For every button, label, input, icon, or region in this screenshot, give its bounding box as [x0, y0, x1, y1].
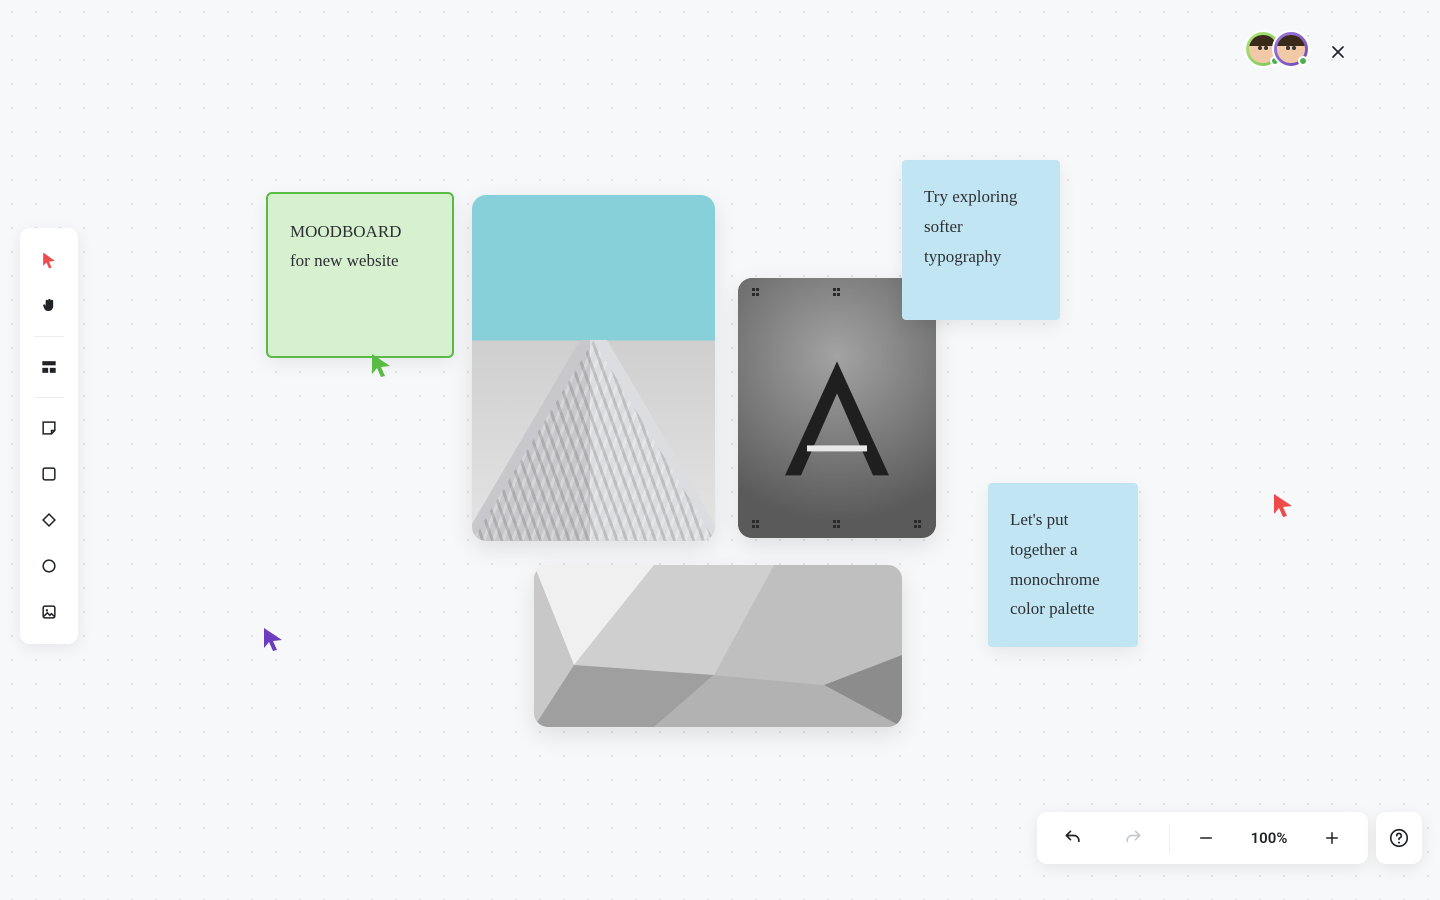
image-icon	[39, 602, 59, 622]
note-icon	[39, 418, 59, 438]
image-tool[interactable]	[29, 594, 69, 630]
select-tool[interactable]	[29, 242, 69, 278]
toolbar-divider	[34, 397, 64, 398]
sticky-note-moodboard[interactable]: MOODBOARD for new website	[266, 192, 454, 358]
sticky-note-text: MOODBOARD	[290, 218, 430, 247]
help-icon	[1388, 827, 1410, 849]
cursor-icon	[262, 626, 284, 652]
sticky-note-palette[interactable]: Let's put together a monochrome color pa…	[988, 483, 1138, 647]
presence-indicator-icon	[1298, 56, 1308, 66]
sticky-note-text: Let's put together a monochrome color pa…	[1010, 505, 1116, 624]
remote-cursor-purple	[262, 626, 284, 656]
sticky-note-text: for new website	[290, 247, 430, 276]
cursor-icon	[39, 250, 59, 270]
redo-button[interactable]	[1105, 818, 1161, 858]
hand-icon	[39, 296, 59, 316]
undo-icon	[1063, 828, 1083, 848]
help-button[interactable]	[1376, 812, 1422, 864]
rectangle-tool[interactable]	[29, 456, 69, 492]
sticky-note-text: Try exploring softer typography	[924, 182, 1038, 271]
template-tool[interactable]	[29, 349, 69, 385]
cursor-icon	[370, 352, 392, 378]
plus-icon	[1323, 829, 1341, 847]
close-icon	[1328, 42, 1348, 62]
control-divider	[1169, 824, 1170, 852]
zoom-in-button[interactable]	[1304, 818, 1360, 858]
sticky-note-tool[interactable]	[29, 410, 69, 446]
zoom-out-button[interactable]	[1178, 818, 1234, 858]
remote-cursor-green	[370, 352, 392, 382]
bottom-controls: 100%	[1037, 812, 1368, 864]
avatar-user-2[interactable]	[1272, 30, 1310, 68]
close-button[interactable]	[1324, 38, 1352, 66]
sections-icon	[39, 357, 59, 377]
remote-cursor-red	[1272, 492, 1294, 522]
canvas-image-geometric[interactable]	[534, 565, 902, 727]
minus-icon	[1197, 829, 1215, 847]
left-toolbar	[20, 228, 78, 644]
diamond-tool[interactable]	[29, 502, 69, 538]
toolbar-divider	[34, 336, 64, 337]
collaborator-avatars	[1254, 30, 1310, 68]
circle-tool[interactable]	[29, 548, 69, 584]
cursor-icon	[1272, 492, 1294, 518]
diamond-icon	[39, 510, 59, 530]
circle-icon	[39, 556, 59, 576]
redo-icon	[1123, 828, 1143, 848]
undo-button[interactable]	[1045, 818, 1101, 858]
square-icon	[39, 464, 59, 484]
pan-tool[interactable]	[29, 288, 69, 324]
zoom-level-label[interactable]: 100%	[1238, 829, 1300, 847]
canvas-image-building[interactable]	[472, 195, 715, 541]
sticky-note-typography[interactable]: Try exploring softer typography	[902, 160, 1060, 320]
